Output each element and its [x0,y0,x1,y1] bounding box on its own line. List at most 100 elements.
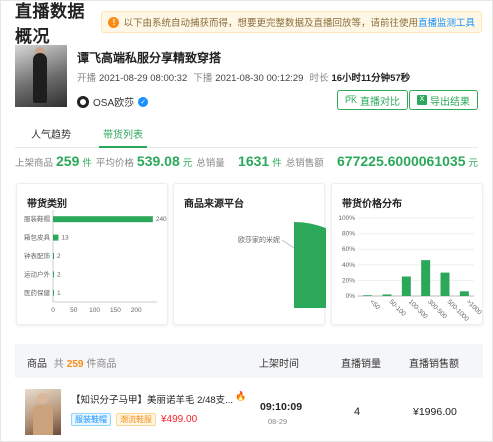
tab-bar: 人气趋势 带货列表 [15,124,478,148]
x-tick-label: <50 [368,298,381,311]
compare-label: 直播对比 [360,96,401,108]
col-live-volume[interactable]: 直播销量 [341,355,381,370]
bar-value-label: 13 [61,235,69,242]
total-amount-value: 677225.6000061035 [337,153,466,169]
start-time: 2021-08-29 08:00:32 [99,73,188,84]
warning-icon: ! [108,16,120,28]
app-window: 直播数据概况 ! 以下由系统自动捕获而得，想要更完整数据及直播回放等，请前往使用… [0,0,493,442]
y-tick-label: 箱包皮具 [24,233,51,242]
count-prefix: 共 [53,359,64,370]
category-bar-chart: 服装鞋帽 240 箱包皮具 13 钟表配饰 2 运动户外 2 医药保健 1 0 50 100 150 200 [24,210,167,314]
notice-text: 以下由系统自动捕获而得，想要更完整数据及直播回放等，请前往使用 [123,18,418,29]
tab-product-list[interactable]: 带货列表 [87,124,159,148]
tab-popularity-trend[interactable]: 人气趋势 [15,124,87,147]
notice-banner: ! 以下由系统自动捕获而得，想要更完整数据及直播回放等，请前往使用 直播监测工具 [101,11,482,33]
subcategory-tag: 潮流鞋服 [116,413,156,426]
duration-value: 16小时11分钟57秒 [331,73,411,84]
end-label: 下播 [193,73,213,84]
source-pie-chart: 欧莎家的米妮 [238,222,326,308]
live-times: 开播 2021-08-29 08:00:32 下播 2021-08-30 00:12… [77,70,410,84]
pie-label: 欧莎家的米妮 [238,235,280,244]
live-cover-image[interactable] [15,45,67,107]
listed-unit: 件 [82,158,92,169]
bar [53,216,153,223]
author-avatar [77,95,89,108]
y-tick-label: 服装鞋帽 [24,214,51,223]
bar [53,271,54,278]
excel-icon: X [417,95,427,105]
product-count: 259 [66,359,84,370]
table-row[interactable]: 【知识分子马甲】美丽诺羊毛 2/48支... 🔥 服装鞋帽 潮流鞋服 ¥499.… [15,379,483,442]
product-thumbnail[interactable] [25,389,61,435]
export-label: 导出结果 [430,96,470,108]
x-tick-label: 150 [110,307,121,314]
bar [363,295,373,296]
x-tick-label: 50-100 [388,298,408,318]
y-tick-label: 钟表配饰 [24,251,51,260]
col-product-label: 商品 [27,359,47,370]
product-name[interactable]: 【知识分子马甲】美丽诺羊毛 2/48支... [71,392,233,406]
y-tick-label: 100% [338,215,355,222]
x-tick-label: 300-500 [426,298,448,320]
author-name: OSA欧莎 [93,98,135,109]
col-live-amount[interactable]: 直播销售额 [409,355,459,370]
listed-date: 08-29 [268,417,288,426]
col-product: 商品 共 259 件商品 [27,355,116,370]
x-tick-label: 200 [131,307,142,314]
category-tag: 服装鞋帽 [71,413,111,426]
y-tick-label: 60% [342,246,355,253]
x-tick-label: 0 [51,307,55,314]
duration-label: 时长 [309,73,329,84]
col-listed-time[interactable]: 上架时间 [259,355,299,370]
bar [459,291,469,296]
listed-label: 上架商品 [15,158,54,169]
bar [440,272,450,296]
x-tick-label: 100 [89,307,100,314]
bar-value-label: 1 [57,290,61,297]
pie-label-line [281,239,295,249]
total-sales-unit: 件 [272,158,282,169]
source-chart-card: 商品来源平台 欧莎家的米妮 [173,183,326,325]
live-volume: 4 [354,406,361,418]
cover-person-body [33,53,47,103]
compare-button[interactable]: P͞K 直播对比 [337,90,409,110]
bar [382,294,392,296]
y-tick-label: 40% [342,262,355,269]
bar-value-label: 2 [57,253,61,260]
product-price: ¥499.00 [161,414,198,425]
y-tick-label: 运动户外 [24,269,51,278]
price-chart-card: 带货价格分布 0% 20% 40% 60% 80% 100% <50 50-100 100-30… [331,183,483,325]
export-button[interactable]: X 导出结果 [409,90,478,110]
total-amount-unit: 元 [468,158,478,169]
live-amount: ¥1996.00 [413,406,457,418]
total-sales-value: 1631 [238,153,270,169]
end-time: 2021-08-30 00:12:29 [215,73,304,84]
count-suffix: 件商品 [86,359,117,370]
avg-price-unit: 元 [182,158,193,169]
y-tick-label: 80% [342,231,355,238]
y-tick-label: 医药保健 [24,288,51,297]
page-title: 直播数据概况 [15,2,85,46]
listed-value: 259 [56,153,80,169]
y-tick-label: 0% [346,293,356,300]
monitor-tool-link[interactable]: 直播监测工具 [418,15,475,29]
bar [401,276,411,296]
author-info[interactable]: OSA欧莎 ✓ [77,94,149,109]
table-header: 商品 共 259 件商品 上架时间 直播销量 直播销售额 [15,344,483,378]
total-sales-label: 总销量 [196,158,225,169]
x-tick-label: 50 [70,307,78,314]
avg-price-value: 539.08 [136,153,180,169]
category-chart-card: 带货类别 服装鞋帽 240 箱包皮具 13 钟表配饰 2 运动户外 2 医药保健 1 0 50 100 1… [16,183,168,325]
total-amount-label: 总销售额 [285,158,324,169]
bar [53,234,59,241]
live-title[interactable]: 谭飞高端私服分享精致穿搭 [77,49,221,66]
start-label: 开播 [77,73,97,84]
bar [53,253,54,259]
compare-icon: P͞K [345,95,358,105]
bar-value-label: 240 [156,216,167,223]
bar [421,260,431,296]
bar-value-label: 2 [57,271,61,278]
page-header: 直播数据概况 ! 以下由系统自动捕获而得，想要更完整数据及直播回放等，请前往使用… [15,2,482,46]
y-tick-label: 20% [342,277,355,284]
bar [53,289,54,296]
